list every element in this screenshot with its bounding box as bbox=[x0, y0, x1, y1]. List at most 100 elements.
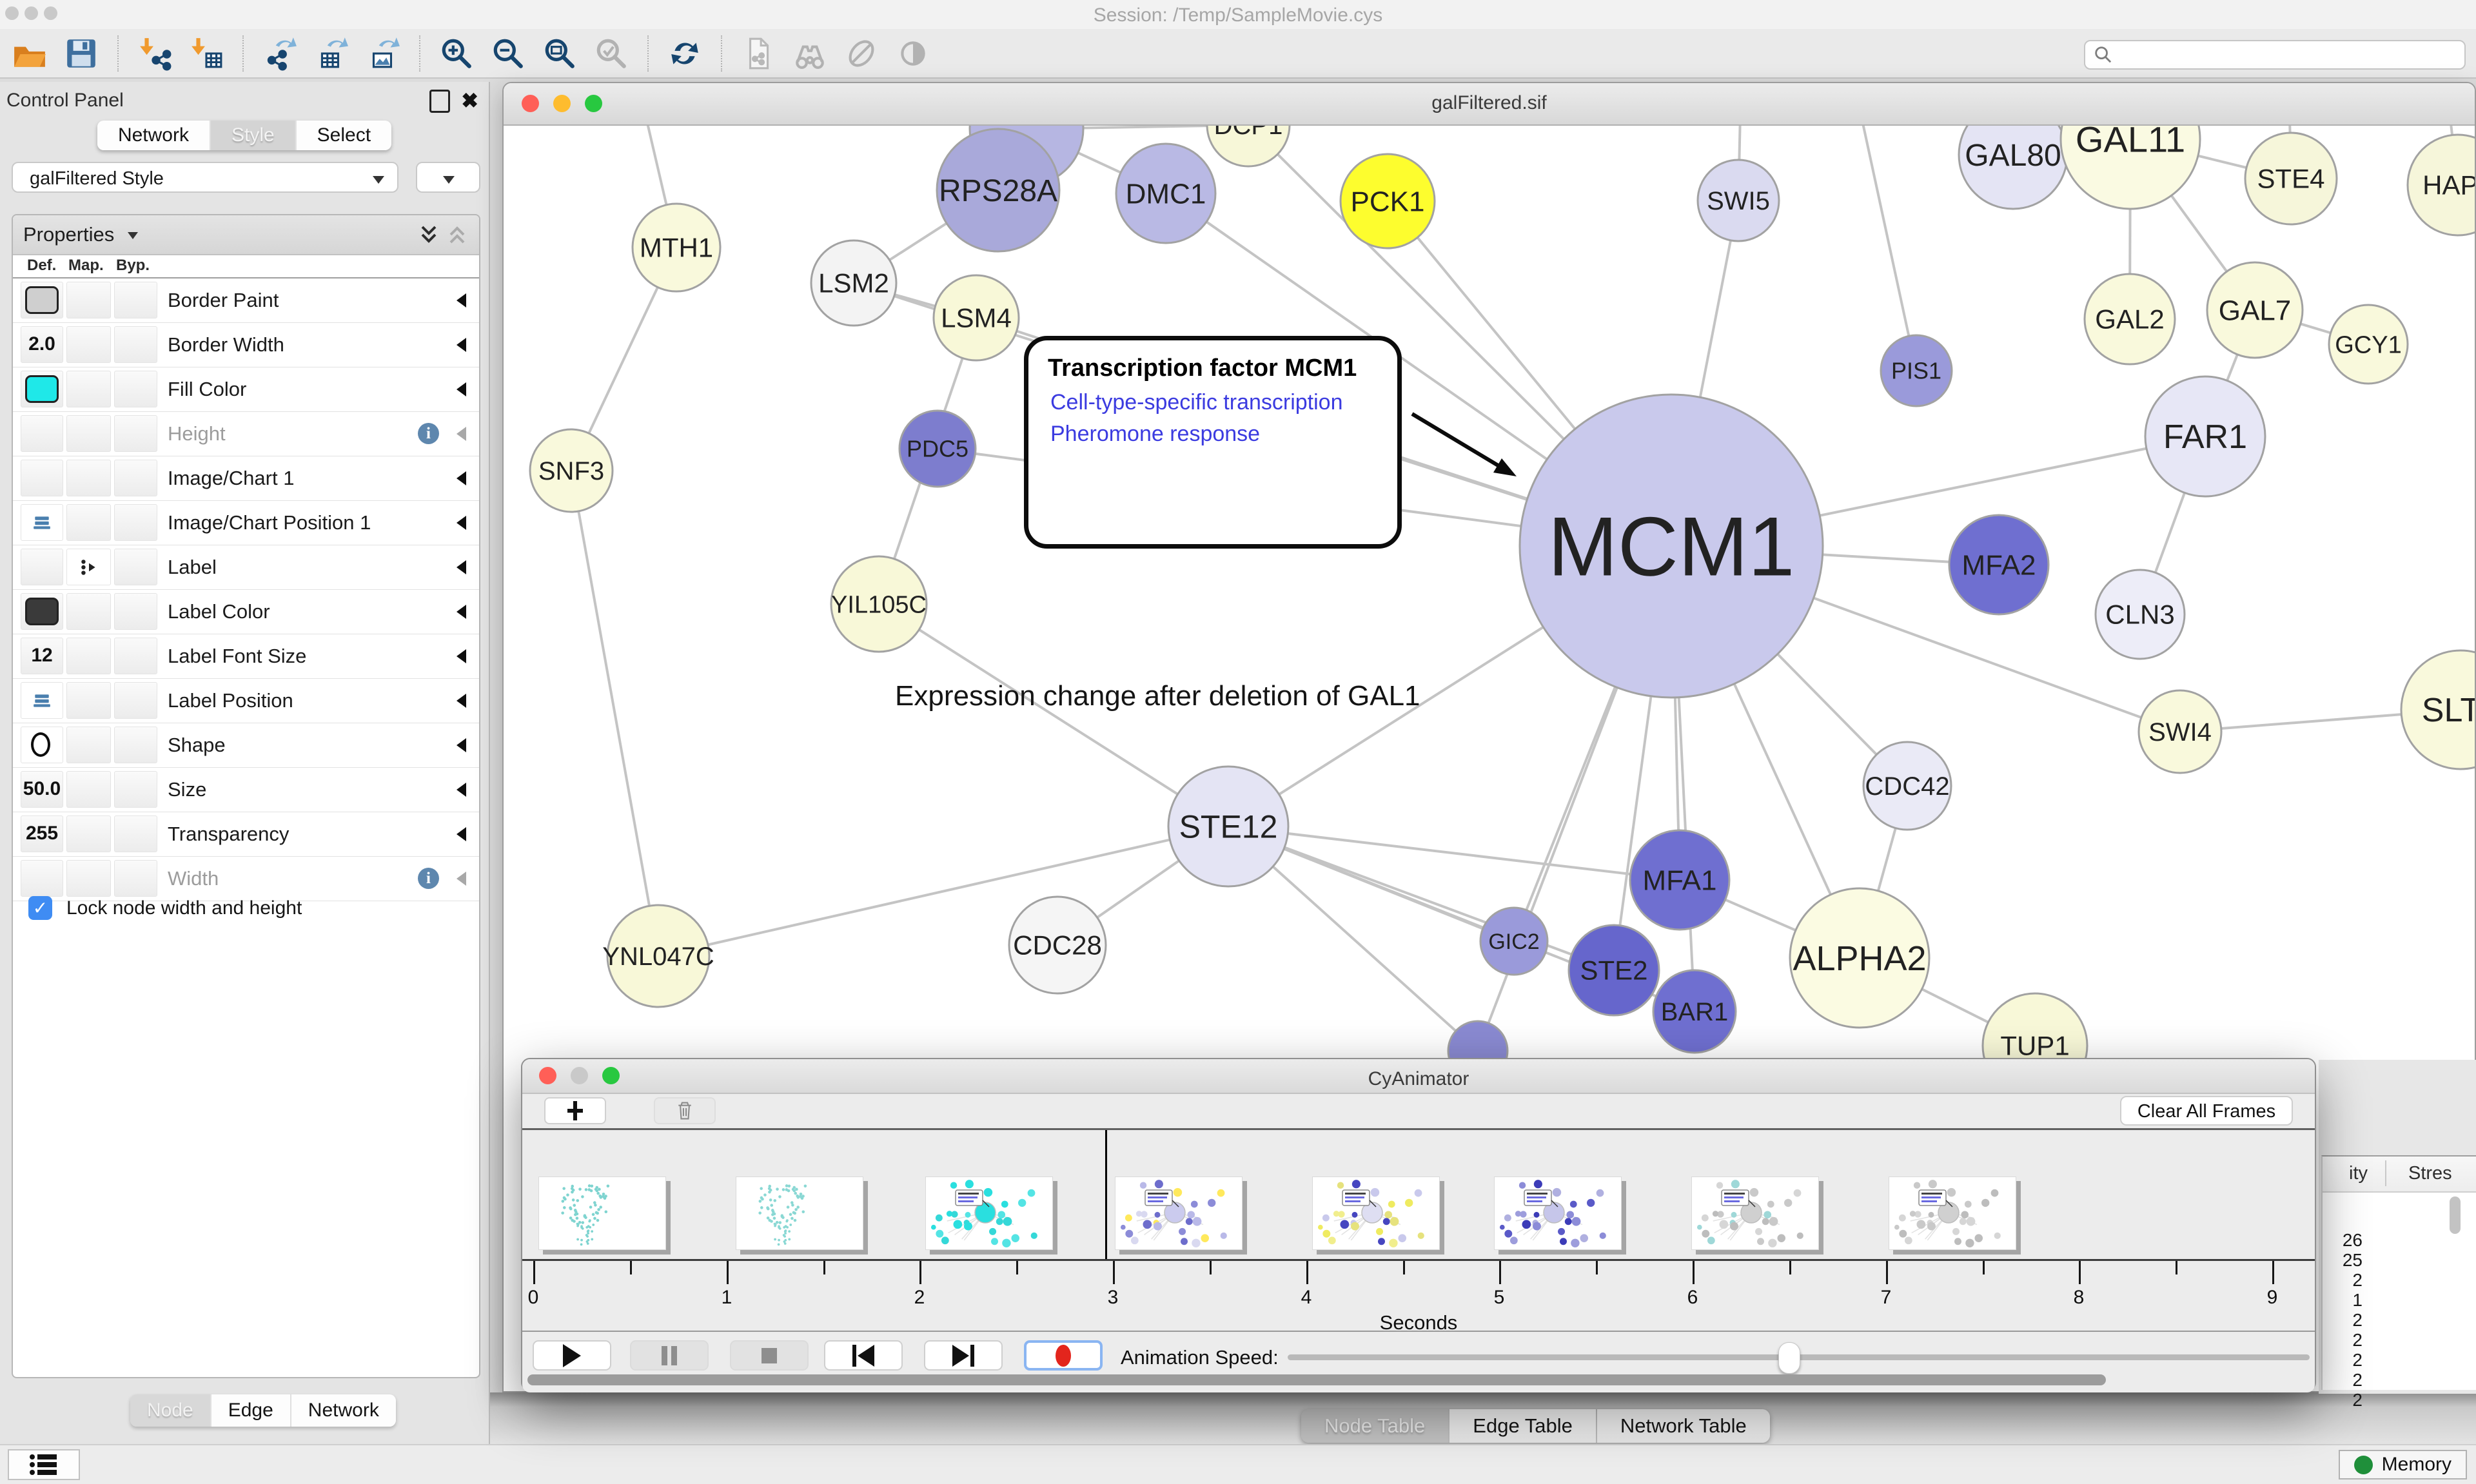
record-button[interactable] bbox=[1024, 1340, 1103, 1371]
frame-thumbnail-1[interactable] bbox=[538, 1176, 666, 1250]
play-button[interactable] bbox=[533, 1340, 611, 1371]
expand-row-icon[interactable] bbox=[457, 516, 466, 530]
def-cell[interactable]: 2.0 bbox=[21, 326, 63, 363]
byp-cell[interactable] bbox=[114, 593, 157, 630]
expand-row-icon[interactable] bbox=[457, 293, 466, 308]
table-cell[interactable]: 1 bbox=[2352, 1290, 2363, 1311]
def-cell[interactable] bbox=[21, 593, 63, 630]
hide-icon[interactable] bbox=[844, 36, 879, 71]
expand-row-icon[interactable] bbox=[457, 382, 466, 396]
lock-size-row[interactable]: ✓ Lock node width and height bbox=[28, 896, 302, 920]
def-cell[interactable] bbox=[21, 371, 63, 407]
tab-edge-table[interactable]: Edge Table bbox=[1448, 1409, 1596, 1443]
byp-cell[interactable] bbox=[114, 415, 157, 452]
timeline-scrollbar[interactable] bbox=[527, 1374, 2106, 1385]
frame-thumbnail-6[interactable] bbox=[1494, 1176, 1622, 1250]
import-network-icon[interactable] bbox=[137, 36, 172, 71]
tab-network[interactable]: Network bbox=[97, 121, 210, 150]
timeline-playhead[interactable] bbox=[1105, 1130, 1107, 1259]
speed-slider-thumb[interactable] bbox=[1778, 1342, 1800, 1374]
close-panel-icon[interactable]: ✖ bbox=[461, 88, 478, 113]
expand-row-icon[interactable] bbox=[457, 560, 466, 574]
property-row-label-position[interactable]: Label Position bbox=[13, 679, 479, 723]
column-divider[interactable] bbox=[2385, 1160, 2386, 1186]
export-network-icon[interactable] bbox=[262, 36, 297, 71]
column-header-stress[interactable]: Stres bbox=[2408, 1163, 2452, 1184]
map-cell[interactable] bbox=[66, 549, 111, 585]
node-table[interactable]: ity Stres 26252122222 bbox=[2321, 1155, 2476, 1390]
def-cell[interactable]: 12 bbox=[21, 638, 63, 674]
table-cell[interactable]: 2 bbox=[2352, 1330, 2363, 1351]
expand-row-icon[interactable] bbox=[457, 471, 466, 485]
property-row-fill-color[interactable]: Fill Color bbox=[13, 367, 479, 412]
tab-style[interactable]: Style bbox=[210, 121, 295, 150]
binoculars-icon[interactable] bbox=[792, 36, 827, 71]
property-row-border-paint[interactable]: Border Paint bbox=[13, 278, 479, 323]
tab-select[interactable]: Select bbox=[295, 121, 391, 150]
tab-network-table[interactable]: Network Table bbox=[1596, 1409, 1770, 1443]
table-scrollbar[interactable] bbox=[2450, 1196, 2461, 1234]
mcm1-annotation[interactable]: Transcription factor MCM1 Cell-type-spec… bbox=[1024, 336, 1402, 549]
save-session-icon[interactable] bbox=[64, 36, 99, 71]
style-selector[interactable]: galFiltered Style bbox=[12, 162, 398, 193]
byp-cell[interactable] bbox=[114, 326, 157, 363]
annotation-link[interactable]: Pheromone response bbox=[1050, 422, 1397, 447]
go-to-end-button[interactable] bbox=[924, 1340, 1003, 1371]
network-caption[interactable]: Expression change after deletion of GAL1 bbox=[895, 680, 1420, 712]
network-window-titlebar[interactable]: galFiltered.sif bbox=[504, 83, 2475, 126]
show-icon[interactable] bbox=[896, 36, 930, 71]
expand-row-icon[interactable] bbox=[457, 738, 466, 752]
map-cell[interactable] bbox=[66, 638, 111, 674]
style-options-button[interactable] bbox=[416, 162, 480, 193]
byp-cell[interactable] bbox=[114, 460, 157, 496]
expand-row-icon[interactable] bbox=[457, 605, 466, 619]
annotation-link[interactable]: Cell-type-specific transcription bbox=[1050, 390, 1397, 415]
property-row-height[interactable]: Heighti bbox=[13, 412, 479, 456]
clear-all-frames-button[interactable]: Clear All Frames bbox=[2120, 1096, 2293, 1126]
def-cell[interactable] bbox=[21, 549, 63, 585]
expand-row-icon[interactable] bbox=[457, 427, 466, 441]
frame-thumbnail-8[interactable] bbox=[1889, 1176, 2016, 1250]
zoom-out-icon[interactable] bbox=[491, 36, 526, 71]
property-row-shape[interactable]: Shape bbox=[13, 723, 479, 768]
info-icon[interactable]: i bbox=[418, 868, 439, 889]
table-header-row[interactable]: ity Stres bbox=[2323, 1157, 2476, 1193]
property-row-label-color[interactable]: Label Color bbox=[13, 590, 479, 634]
speed-slider[interactable] bbox=[1288, 1354, 2310, 1360]
export-table-icon[interactable] bbox=[314, 36, 349, 71]
byp-cell[interactable] bbox=[114, 771, 157, 808]
map-cell[interactable] bbox=[66, 815, 111, 852]
property-row-width[interactable]: Widthi bbox=[13, 857, 479, 901]
def-cell[interactable] bbox=[21, 504, 63, 541]
expand-row-icon[interactable] bbox=[457, 694, 466, 708]
table-cell[interactable]: 26 bbox=[2343, 1230, 2363, 1251]
map-cell[interactable] bbox=[66, 504, 111, 541]
collapse-all-icon[interactable] bbox=[446, 223, 469, 246]
expand-row-icon[interactable] bbox=[457, 872, 466, 886]
zoom-selected-icon[interactable] bbox=[594, 36, 629, 71]
zoom-fit-icon[interactable] bbox=[542, 36, 577, 71]
byp-cell[interactable] bbox=[114, 815, 157, 852]
stop-button[interactable] bbox=[730, 1340, 809, 1371]
import-table-icon[interactable] bbox=[189, 36, 224, 71]
map-cell[interactable] bbox=[66, 460, 111, 496]
byp-cell[interactable] bbox=[114, 282, 157, 318]
task-history-button[interactable] bbox=[8, 1449, 80, 1480]
memory-button[interactable]: Memory bbox=[2339, 1450, 2467, 1479]
table-cell[interactable]: 2 bbox=[2352, 1350, 2363, 1371]
map-cell[interactable] bbox=[66, 727, 111, 763]
table-cell[interactable]: 2 bbox=[2352, 1270, 2363, 1291]
def-cell[interactable] bbox=[21, 282, 63, 318]
def-cell[interactable] bbox=[21, 415, 63, 452]
byp-cell[interactable] bbox=[114, 727, 157, 763]
expand-row-icon[interactable] bbox=[457, 783, 466, 797]
property-row-border-width[interactable]: 2.0Border Width bbox=[13, 323, 479, 367]
map-cell[interactable] bbox=[66, 371, 111, 407]
frame-thumbnail-5[interactable] bbox=[1312, 1176, 1440, 1250]
timeline-ruler[interactable]: Seconds 0123456789 bbox=[522, 1261, 2315, 1331]
search-box[interactable] bbox=[2084, 40, 2466, 70]
table-cell[interactable]: 25 bbox=[2343, 1250, 2363, 1271]
style-tab-edge[interactable]: Edge bbox=[210, 1394, 290, 1427]
lock-size-checkbox[interactable]: ✓ bbox=[28, 896, 52, 920]
def-cell[interactable] bbox=[21, 860, 63, 897]
